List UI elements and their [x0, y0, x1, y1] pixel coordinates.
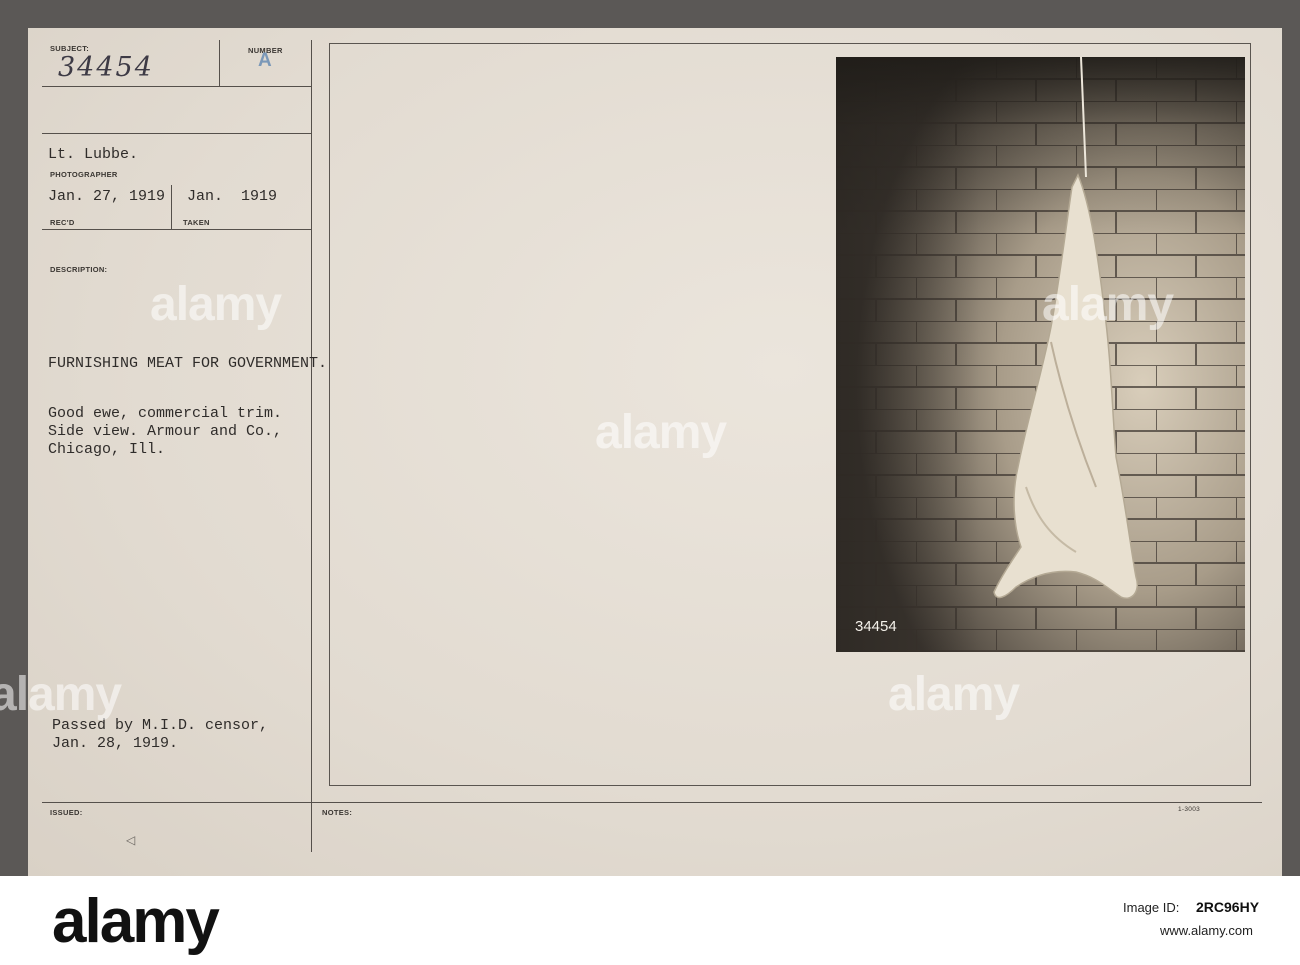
description-line-1: Good ewe, commercial trim. — [48, 405, 283, 422]
divider-dates-split — [171, 185, 172, 230]
divider-bottom — [42, 802, 1262, 803]
photographer-label: PHOTOGRAPHER — [50, 170, 118, 179]
censor-line-2: Jan. 28, 1919. — [52, 735, 179, 752]
issued-label: ISSUED: — [50, 808, 83, 817]
triangle-mark-icon: ◁ — [126, 833, 136, 847]
photo-number-stamp: 34454 — [855, 618, 897, 635]
number-stamp: A — [258, 50, 272, 71]
image-id-value: 2RC96HY — [1196, 899, 1260, 915]
form-code: 1-3003 — [1178, 806, 1201, 813]
description-title: FURNISHING MEAT FOR GOVERNMENT. — [48, 355, 328, 372]
alamy-url: www.alamy.com — [1160, 923, 1253, 938]
carcass-photograph — [836, 57, 1245, 652]
image-id-label: Image ID: — [1123, 900, 1180, 915]
divider-dates-row — [42, 229, 312, 230]
watermark-4: alamy — [0, 668, 122, 721]
divider-subject-number — [219, 40, 220, 86]
description-label: DESCRIPTION: — [50, 265, 108, 274]
description-line-2: Side view. Armour and Co., — [48, 423, 283, 440]
taken-label: TAKEN — [183, 218, 210, 227]
photo-image — [836, 57, 1245, 652]
divider-photographer-top — [42, 133, 312, 134]
divider-subject-row — [42, 86, 312, 87]
notes-label: NOTES: — [322, 808, 353, 817]
divider-vertical-main — [311, 40, 312, 852]
watermark-2: alamy — [595, 406, 727, 459]
received-date: Jan. 27, 1919 — [48, 188, 166, 205]
description-line-3: Chicago, Ill. — [48, 441, 166, 458]
watermark-1: alamy — [150, 278, 282, 331]
watermark-5: alamy — [888, 668, 1020, 721]
watermark-3: alamy — [1042, 278, 1174, 331]
photographer-name: Lt. Lubbe. — [48, 146, 139, 163]
alamy-logo: alamy — [52, 887, 220, 956]
subject-number-handwritten: 34454 — [58, 52, 154, 83]
received-label: REC'D — [50, 218, 75, 227]
taken-date: Jan. 1919 — [187, 188, 278, 205]
